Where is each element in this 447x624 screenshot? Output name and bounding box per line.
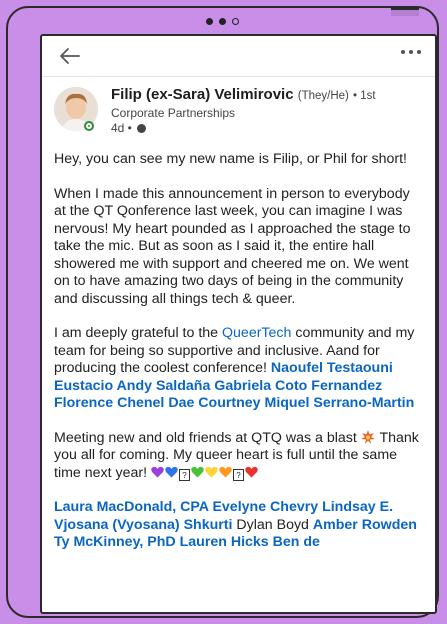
paragraph-3-text: I am deeply grateful to the <box>54 325 222 341</box>
online-status-icon <box>84 121 94 131</box>
author-pronouns: (They/He) <box>297 90 349 102</box>
collision-emoji-icon <box>360 429 375 444</box>
post-time: 4d • <box>111 121 132 135</box>
page-dot <box>206 18 213 25</box>
yellow-heart-icon <box>205 466 218 477</box>
green-heart-icon <box>191 466 204 477</box>
back-arrow-icon[interactable] <box>58 44 82 68</box>
post-screen: Filip (ex-Sara) Velimirovic (They/He) • … <box>40 34 437 614</box>
post: Filip (ex-Sara) Velimirovic (They/He) • … <box>42 77 435 552</box>
author-line[interactable]: Filip (ex-Sara) Velimirovic (They/He) • … <box>111 85 423 106</box>
globe-icon <box>137 124 147 133</box>
missing-glyph-icon: ? <box>233 468 244 481</box>
missing-glyph-icon: ? <box>179 468 190 481</box>
purple-heart-icon <box>151 466 164 477</box>
blue-heart-icon <box>165 466 178 477</box>
paragraph-4-text: Meeting new and old friends at QTQ was a… <box>54 429 361 446</box>
more-options-icon[interactable] <box>399 50 423 54</box>
paragraph-5: Laura MacDonald, CPA Evelyne Chevry Lind… <box>54 499 423 552</box>
author-headline: Corporate Partnerships <box>111 106 236 120</box>
connection-degree: • 1st <box>353 90 376 102</box>
post-meta: 4d • <box>111 121 423 136</box>
queertech-link[interactable]: QueerTech <box>222 325 291 341</box>
app-bar <box>42 36 435 77</box>
page-dot-active <box>219 18 226 25</box>
paragraph-2: When I made this announcement in person … <box>54 185 411 307</box>
page-indicator <box>8 18 437 25</box>
post-body: Hey, you can see my new name is Filip, o… <box>54 151 423 552</box>
red-heart-icon <box>245 466 258 477</box>
device-frame: Filip (ex-Sara) Velimirovic (They/He) • … <box>6 6 439 618</box>
page-dot <box>232 18 239 25</box>
paragraph-1: Hey, you can see my new name is Filip, o… <box>54 151 407 167</box>
plain-mention: Dylan Boyd <box>232 516 313 533</box>
post-header: Filip (ex-Sara) Velimirovic (They/He) • … <box>54 85 423 137</box>
paragraph-3: I am deeply grateful to the QueerTech co… <box>54 325 423 413</box>
device-button <box>391 8 419 16</box>
orange-heart-icon <box>219 466 232 477</box>
author-name[interactable]: Filip (ex-Sara) Velimirovic <box>111 86 294 103</box>
paragraph-4: Meeting new and old friends at QTQ was a… <box>54 429 423 483</box>
